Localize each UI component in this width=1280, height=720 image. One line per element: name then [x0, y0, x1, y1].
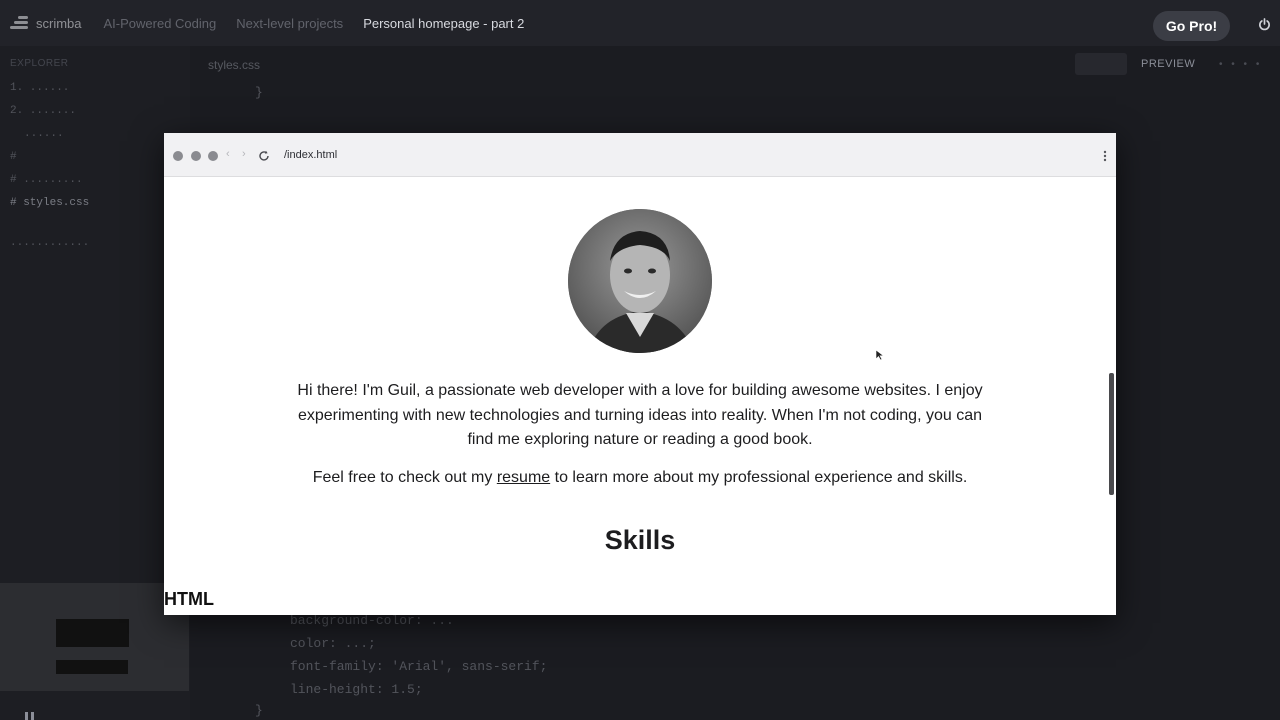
- breadcrumb-module[interactable]: Next-level projects: [236, 16, 343, 31]
- explorer-title: EXPLORER: [10, 58, 69, 69]
- resume-link[interactable]: resume: [497, 469, 550, 486]
- window-minimize-button[interactable]: [191, 151, 201, 161]
- resume-text-before: Feel free to check out my: [312, 469, 493, 486]
- code-line[interactable]: }: [255, 703, 263, 718]
- browser-chrome: ‹ › /index.html: [164, 133, 1116, 177]
- more-options[interactable]: • • • •: [1219, 59, 1262, 70]
- webcam-shape: [56, 619, 129, 647]
- code-line[interactable]: font-family: 'Arial', sans-serif;: [290, 659, 547, 674]
- editor-tab-styles-css[interactable]: styles.css: [208, 58, 260, 72]
- brand-name: scrimba: [36, 15, 82, 31]
- profile-photo: [568, 209, 712, 353]
- file-item[interactable]: 1. ......: [10, 82, 69, 94]
- preview-page: Hi there! I'm Guil, a passionate web dev…: [164, 177, 1116, 615]
- file-item[interactable]: ............: [10, 237, 89, 249]
- back-arrow-icon[interactable]: ‹: [226, 148, 230, 160]
- go-pro-button[interactable]: Go Pro!: [1153, 11, 1230, 41]
- file-item[interactable]: 2. .......: [10, 105, 76, 117]
- forward-arrow-icon[interactable]: ›: [242, 148, 246, 160]
- window-maximize-button[interactable]: [208, 151, 218, 161]
- breadcrumb-current-lesson: Personal homepage - part 2: [363, 15, 525, 31]
- kebab-menu-icon[interactable]: [1103, 150, 1107, 162]
- power-icon[interactable]: [1258, 18, 1271, 31]
- breadcrumb: AI-Powered Coding Next-level projects Pe…: [104, 16, 545, 31]
- skills-heading: Skills: [604, 525, 676, 555]
- resume-text-after: to learn more about my professional expe…: [554, 469, 968, 486]
- resume-paragraph: Feel free to check out my resume to lear…: [244, 469, 1036, 487]
- breadcrumb-course[interactable]: AI-Powered Coding: [104, 16, 217, 31]
- code-line[interactable]: color: ...;: [290, 636, 376, 651]
- mouse-cursor-icon: [875, 349, 885, 361]
- file-item-styles-css[interactable]: # styles.css: [10, 197, 89, 209]
- preview-scrollbar[interactable]: [1109, 373, 1114, 495]
- scrimba-logo[interactable]: scrimba: [10, 16, 82, 31]
- scrimba-logo-icon: [10, 16, 28, 30]
- file-item[interactable]: # .........: [10, 174, 83, 186]
- instructor-webcam: [0, 583, 189, 691]
- preview-tab[interactable]: PREVIEW: [1141, 58, 1195, 70]
- code-line[interactable]: line-height: 1.5;: [290, 682, 423, 697]
- top-nav-bar: scrimba AI-Powered Coding Next-level pro…: [0, 0, 1280, 46]
- code-line[interactable]: }: [255, 85, 263, 100]
- pause-icon[interactable]: [24, 712, 36, 720]
- window-close-button[interactable]: [173, 151, 183, 161]
- reload-icon[interactable]: [258, 150, 270, 162]
- intro-paragraph: Hi there! I'm Guil, a passionate web dev…: [297, 382, 983, 448]
- code-line[interactable]: background-color: ...: [290, 613, 454, 628]
- file-item[interactable]: ......: [24, 128, 64, 140]
- file-item[interactable]: #: [10, 151, 17, 163]
- toolbar-chip[interactable]: [1075, 53, 1127, 75]
- webcam-shape: [56, 660, 128, 674]
- browser-preview-window: ‹ › /index.html Hi there! I'm Guil, a pa…: [164, 133, 1116, 615]
- address-bar[interactable]: /index.html: [284, 149, 337, 161]
- html-skill-heading: HTML: [164, 589, 214, 609]
